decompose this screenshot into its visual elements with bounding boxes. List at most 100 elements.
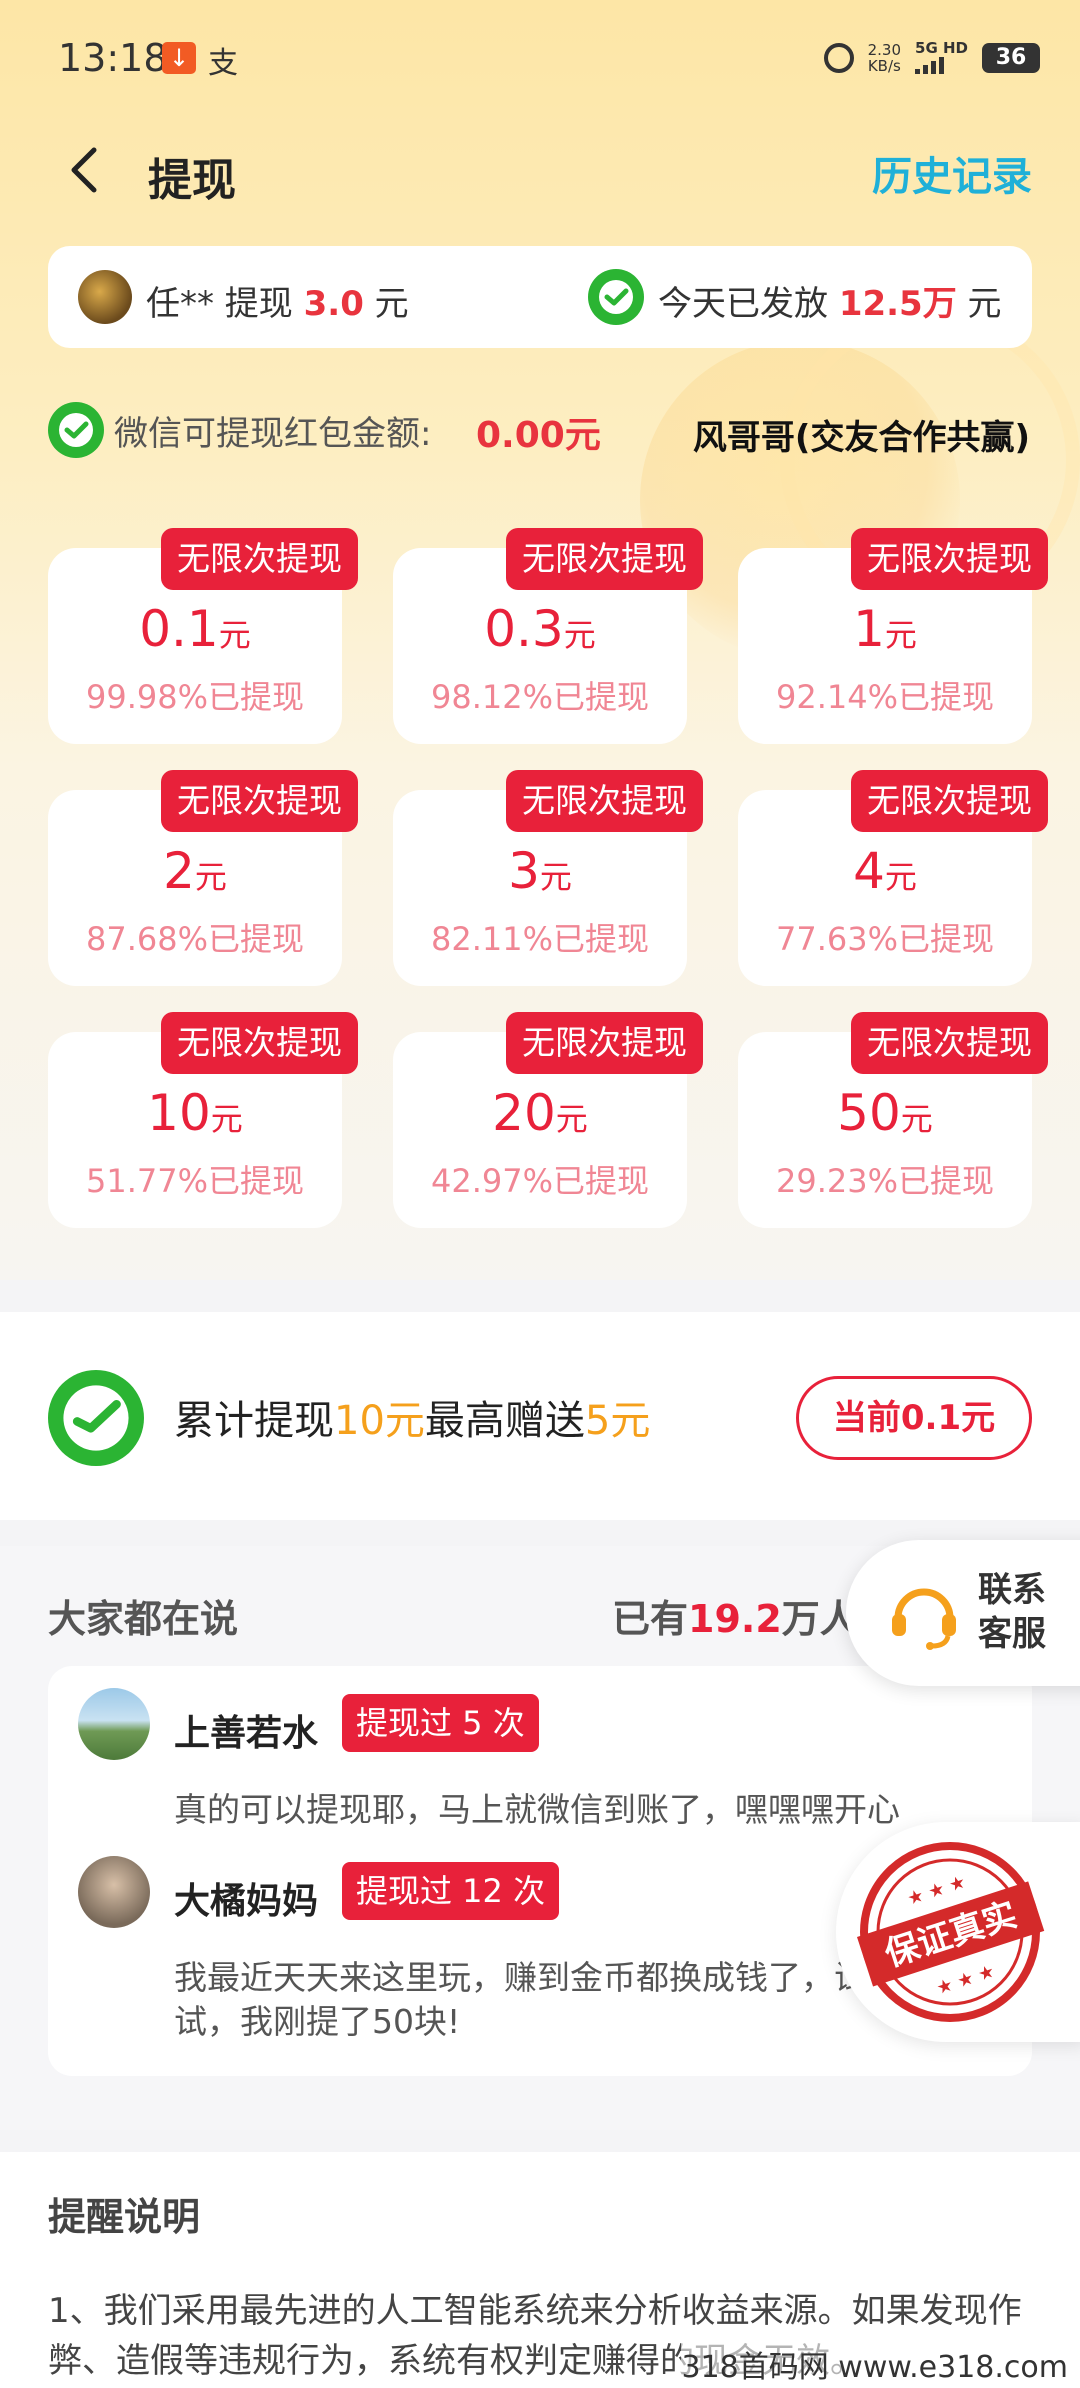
option-rate: 98.12%已提现 bbox=[430, 678, 650, 716]
withdraw-option[interactable]: 无限次提现 10元 51.77%已提现 bbox=[48, 1012, 358, 1228]
withdraw-option[interactable]: 无限次提现 20元 42.97%已提现 bbox=[393, 1012, 703, 1228]
option-amount: 0.1元 bbox=[48, 600, 342, 658]
back-button[interactable] bbox=[56, 140, 116, 200]
ticker-today-unit: 元 bbox=[956, 284, 1002, 324]
chevron-left-icon bbox=[71, 147, 97, 193]
comment-user-name: 大橘妈妈 bbox=[174, 1881, 319, 1922]
bonus-pre: 累计提现 bbox=[174, 1398, 334, 1444]
option-amount: 10元 bbox=[48, 1084, 342, 1142]
option-amount: 3元 bbox=[393, 842, 687, 900]
option-amount-value: 0.3 bbox=[484, 600, 564, 658]
option-amount-unit: 元 bbox=[563, 616, 596, 654]
wechat-icon bbox=[588, 269, 644, 325]
current-amount-button[interactable]: 当前0.1元 bbox=[796, 1376, 1032, 1460]
network-speed-value: 2.30 bbox=[867, 41, 902, 59]
option-amount-unit: 元 bbox=[884, 858, 917, 896]
option-amount: 20元 bbox=[393, 1084, 687, 1142]
withdraw-count-badge: 提现过 12 次 bbox=[342, 1862, 560, 1920]
bonus-mid: 最高赠送 bbox=[424, 1398, 585, 1444]
option-amount-value: 10 bbox=[147, 1084, 211, 1142]
option-amount-value: 50 bbox=[837, 1084, 901, 1142]
option-rate: 92.14%已提现 bbox=[775, 678, 995, 716]
withdraw-option[interactable]: 无限次提现 0.1元 99.98%已提现 bbox=[48, 528, 358, 744]
bonus-amount-1: 10元 bbox=[334, 1398, 425, 1444]
withdraw-option[interactable]: 无限次提现 3元 82.11%已提现 bbox=[393, 770, 703, 986]
option-amount-value: 4 bbox=[853, 842, 885, 900]
ticker-action: 提现 bbox=[214, 284, 304, 324]
unlimited-tag: 无限次提现 bbox=[506, 528, 703, 590]
user-name: 风哥哥(交友合作共赢) bbox=[692, 418, 1030, 458]
ticker-today: 今天已发放 12.5万 元 bbox=[658, 276, 1002, 325]
ticker-user: 任** bbox=[146, 284, 214, 324]
ticker-latest: 任** 提现 3.0 元 bbox=[146, 276, 409, 325]
unlimited-tag: 无限次提现 bbox=[161, 770, 358, 832]
notes-title: 提醒说明 bbox=[48, 2195, 201, 2239]
option-rate: 29.23%已提现 bbox=[775, 1162, 995, 1200]
headset-icon bbox=[892, 1588, 956, 1650]
option-amount-unit: 元 bbox=[194, 858, 227, 896]
download-icon: ↓ bbox=[162, 42, 196, 74]
status-bar: 13:18 ↓ 支 2.30 KB/s 5G HD 36 bbox=[0, 0, 1080, 118]
withdraw-option[interactable]: 无限次提现 1元 92.14%已提现 bbox=[738, 528, 1048, 744]
guarantee-stamp: 保证真实 ★ ★ ★ ★ ★ ★ bbox=[836, 1822, 1080, 2042]
option-rate: 87.68%已提现 bbox=[85, 920, 305, 958]
comments-count: 已有19.2万人 bbox=[612, 1588, 858, 1643]
withdraw-option[interactable]: 无限次提现 50元 29.23%已提现 bbox=[738, 1012, 1048, 1228]
status-indicators: 2.30 KB/s 5G HD 36 bbox=[823, 38, 1040, 78]
history-link[interactable]: 历史记录 bbox=[872, 144, 1032, 202]
network-speed: 2.30 KB/s bbox=[868, 42, 901, 74]
page-title: 提现 bbox=[148, 155, 236, 206]
withdraw-option[interactable]: 无限次提现 0.3元 98.12%已提现 bbox=[393, 528, 703, 744]
option-rate: 99.98%已提现 bbox=[85, 678, 305, 716]
option-rate: 42.97%已提现 bbox=[430, 1162, 650, 1200]
ticker-today-amount: 12.5万 bbox=[838, 284, 957, 324]
unlimited-tag: 无限次提现 bbox=[506, 1012, 703, 1074]
bonus-amount-2: 5元 bbox=[584, 1398, 651, 1444]
option-amount: 4元 bbox=[738, 842, 1032, 900]
ticker-unit: 元 bbox=[363, 284, 409, 324]
status-time: 13:18 bbox=[58, 36, 168, 80]
withdraw-ticker: 任** 提现 3.0 元 今天已发放 12.5万 元 bbox=[48, 246, 1032, 348]
unlimited-tag: 无限次提现 bbox=[161, 1012, 358, 1074]
option-amount-value: 20 bbox=[492, 1084, 556, 1142]
option-amount-unit: 元 bbox=[900, 1100, 933, 1138]
network-speed-unit: KB/s bbox=[867, 57, 901, 75]
option-amount: 50元 bbox=[738, 1084, 1032, 1142]
stamp-icon: 保证真实 ★ ★ ★ ★ ★ ★ bbox=[856, 1842, 1045, 2022]
option-amount-unit: 元 bbox=[884, 616, 917, 654]
option-amount-value: 2 bbox=[163, 842, 195, 900]
bonus-panel: 累计提现10元最高赠送5元 当前0.1元 bbox=[0, 1312, 1080, 1520]
withdraw-option[interactable]: 无限次提现 2元 87.68%已提现 bbox=[48, 770, 358, 986]
customer-service-button[interactable]: 联系客服 bbox=[846, 1540, 1080, 1686]
comments-count-value: 19.2 bbox=[688, 1597, 782, 1641]
comment-text: 真的可以提现耶，马上就微信到账了，嘿嘿嘿开心 bbox=[174, 1790, 900, 1829]
ticker-amount: 3.0 bbox=[303, 284, 364, 324]
avatar bbox=[78, 1856, 150, 1928]
comments-count-pre: 已有 bbox=[612, 1597, 689, 1641]
option-amount-value: 1 bbox=[853, 600, 885, 658]
unlimited-tag: 无限次提现 bbox=[851, 770, 1048, 832]
option-amount-unit: 元 bbox=[539, 858, 572, 896]
battery-icon: 36 bbox=[982, 43, 1040, 73]
ticker-today-label: 今天已发放 bbox=[658, 284, 839, 324]
option-rate: 82.11%已提现 bbox=[430, 920, 650, 958]
unlimited-tag: 无限次提现 bbox=[506, 770, 703, 832]
alarm-icon bbox=[823, 43, 854, 73]
balance-label: 微信可提现红包金额: bbox=[114, 414, 432, 454]
wechat-icon bbox=[48, 1370, 144, 1466]
service-label: 联系客服 bbox=[978, 1570, 1046, 1654]
network-type-label: 5G HD bbox=[915, 38, 968, 57]
option-amount: 0.3元 bbox=[393, 600, 687, 658]
alipay-icon: 支 bbox=[208, 46, 238, 81]
comment-user-name: 上善若水 bbox=[174, 1713, 319, 1754]
option-amount-unit: 元 bbox=[218, 616, 251, 654]
option-amount-value: 3 bbox=[508, 842, 540, 900]
option-amount: 2元 bbox=[48, 842, 342, 900]
option-rate: 77.63%已提现 bbox=[775, 920, 995, 958]
unlimited-tag: 无限次提现 bbox=[161, 528, 358, 590]
withdraw-count-badge: 提现过 5 次 bbox=[342, 1694, 539, 1752]
option-amount: 1元 bbox=[738, 600, 1032, 658]
avatar bbox=[78, 1688, 150, 1760]
withdraw-option[interactable]: 无限次提现 4元 77.63%已提现 bbox=[738, 770, 1048, 986]
option-amount-unit: 元 bbox=[210, 1100, 243, 1138]
